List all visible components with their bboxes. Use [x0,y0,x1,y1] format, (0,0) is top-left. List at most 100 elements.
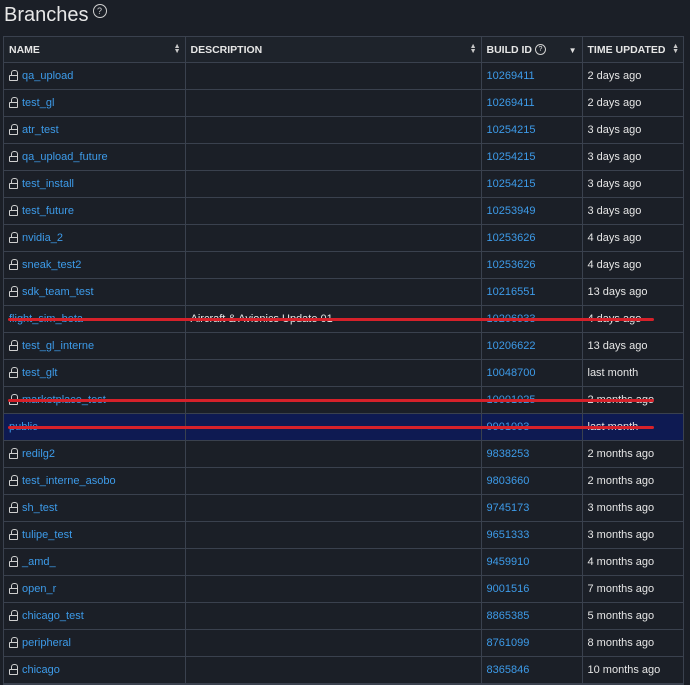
lock-icon [9,151,18,163]
branch-name-link[interactable]: test_gl [22,97,54,109]
branch-name-cell: sdk_team_test [4,278,186,306]
sort-icon[interactable]: ▲ ▼ [672,43,679,55]
build-id-link[interactable]: 8365846 [487,664,530,676]
build-id-link[interactable]: 10254215 [487,124,536,136]
table-row[interactable]: test_gl 10269411 2 days ago [4,89,683,117]
lock-icon [9,556,18,568]
build-id-link[interactable]: 9803660 [487,475,530,487]
build-id-link[interactable]: 10254215 [487,151,536,163]
branch-name-link[interactable]: chicago_test [22,610,84,622]
build-id-link[interactable]: 10269411 [487,70,535,82]
table-row[interactable]: nvidia_2 10253626 4 days ago [4,224,683,252]
table-row[interactable]: sneak_test2 10253626 4 days ago [4,251,683,279]
branch-name-link[interactable]: peripheral [22,637,71,649]
sort-icon[interactable]: ▲ ▼ [174,43,181,55]
build-id-link[interactable]: 10206622 [487,340,536,352]
column-header-description-label: DESCRIPTION [190,43,263,56]
table-row[interactable]: test_future 10253949 3 days ago [4,197,683,225]
build-id-cell: 10254215 [481,116,583,144]
time-updated: 2 days ago [582,89,683,117]
branch-description [185,440,482,468]
build-id-link[interactable]: 10253626 [487,259,536,271]
branch-name-cell: test_glt [4,359,186,387]
branch-name-link[interactable]: tulipe_test [22,529,72,541]
time-updated: 3 months ago [582,521,683,549]
branch-name-cell: peripheral [4,629,186,657]
table-row[interactable]: test_glt 10048700 last month [4,359,683,387]
lock-icon [9,205,18,217]
column-header-name[interactable]: NAME ▲ ▼ [4,37,186,63]
table-row[interactable]: test_install 10254215 3 days ago [4,170,683,198]
branch-name-link[interactable]: test_glt [22,367,57,379]
branch-name-link[interactable]: test_gl_interne [22,340,94,352]
build-id-link[interactable]: 10048700 [487,367,536,379]
sort-icon[interactable]: ▲ ▼ [470,43,477,55]
branch-name-cell: atr_test [4,116,186,144]
table-row[interactable]: chicago_test 8865385 5 months ago [4,602,683,630]
branch-name-link[interactable]: redilg2 [22,448,55,460]
branch-description [185,143,482,171]
branch-name-link[interactable]: test_future [22,205,74,217]
branch-name-link[interactable]: sneak_test2 [22,259,81,271]
table-row[interactable]: open_r 9001516 7 months ago [4,575,683,603]
help-icon[interactable]: ? [535,44,546,56]
build-id-cell: 9803660 [481,467,583,495]
branch-name-link[interactable]: test_interne_asobo [22,475,116,487]
build-id-link[interactable]: 9001516 [487,583,530,595]
strike-through-annotation [8,318,654,321]
branch-name-link[interactable]: qa_upload_future [22,151,108,163]
build-id-link[interactable]: 10254215 [487,178,536,190]
table-row[interactable]: atr_test 10254215 3 days ago [4,116,683,144]
build-id-link[interactable]: 9651333 [487,529,530,541]
branch-name-link[interactable]: _amd_ [22,556,56,568]
branch-name-link[interactable]: sdk_team_test [22,286,94,298]
branch-description [185,548,482,576]
build-id-link[interactable]: 8761099 [487,637,530,649]
branch-name-link[interactable]: nvidia_2 [22,232,63,244]
build-id-link[interactable]: 10253949 [487,205,536,217]
build-id-cell: 9838253 [481,440,583,468]
column-header-build-id[interactable]: BUILD ID? ▼ [481,37,583,63]
build-id-link[interactable]: 10216551 [487,286,536,298]
lock-icon [9,529,18,541]
table-row[interactable]: redilg2 9838253 2 months ago [4,440,683,468]
table-row[interactable]: chicago 8365846 10 months ago [4,656,683,684]
table-row[interactable]: sh_test 9745173 3 months ago [4,494,683,522]
branch-name-cell: qa_upload_future [4,143,186,171]
sort-desc-icon[interactable]: ▼ [569,46,577,55]
column-header-description[interactable]: DESCRIPTION ▲ ▼ [185,37,482,63]
table-row[interactable]: tulipe_test 9651333 3 months ago [4,521,683,549]
table-row[interactable]: test_interne_asobo 9803660 2 months ago [4,467,683,495]
time-updated: 2 months ago [582,440,683,468]
build-id-link[interactable]: 9838253 [487,448,530,460]
time-updated: 3 months ago [582,494,683,522]
branch-name-link[interactable]: test_install [22,178,74,190]
lock-icon [9,637,18,649]
build-id-cell: 9001516 [481,575,583,603]
branch-name-link[interactable]: sh_test [22,502,57,514]
table-row[interactable]: test_gl_interne 10206622 13 days ago [4,332,683,360]
table-row[interactable]: qa_upload 10269411 2 days ago [4,62,683,90]
branch-name-link[interactable]: qa_upload [22,70,73,82]
build-id-link[interactable]: 9745173 [487,502,530,514]
table-row[interactable]: _amd_ 9459910 4 months ago [4,548,683,576]
branch-name-link[interactable]: chicago [22,664,60,676]
table-row[interactable]: peripheral 8761099 8 months ago [4,629,683,657]
build-id-link[interactable]: 9459910 [487,556,530,568]
build-id-link[interactable]: 10253626 [487,232,536,244]
help-icon[interactable]: ? [92,4,107,18]
lock-icon [9,259,18,271]
build-id-link[interactable]: 8865385 [487,610,530,622]
time-updated: 3 days ago [582,143,683,171]
branch-name-link[interactable]: atr_test [22,124,59,136]
column-header-time-updated[interactable]: TIME UPDATED ▲ ▼ [582,37,683,63]
table-row[interactable]: qa_upload_future 10254215 3 days ago [4,143,683,171]
branch-description [185,629,482,657]
branch-name-link[interactable]: open_r [22,583,56,595]
branch-name-cell: _amd_ [4,548,186,576]
time-updated: 3 days ago [582,197,683,225]
table-row[interactable]: sdk_team_test 10216551 13 days ago [4,278,683,306]
build-id-cell: 10253626 [481,251,583,279]
lock-icon [9,178,18,190]
build-id-link[interactable]: 10269411 [487,97,535,109]
